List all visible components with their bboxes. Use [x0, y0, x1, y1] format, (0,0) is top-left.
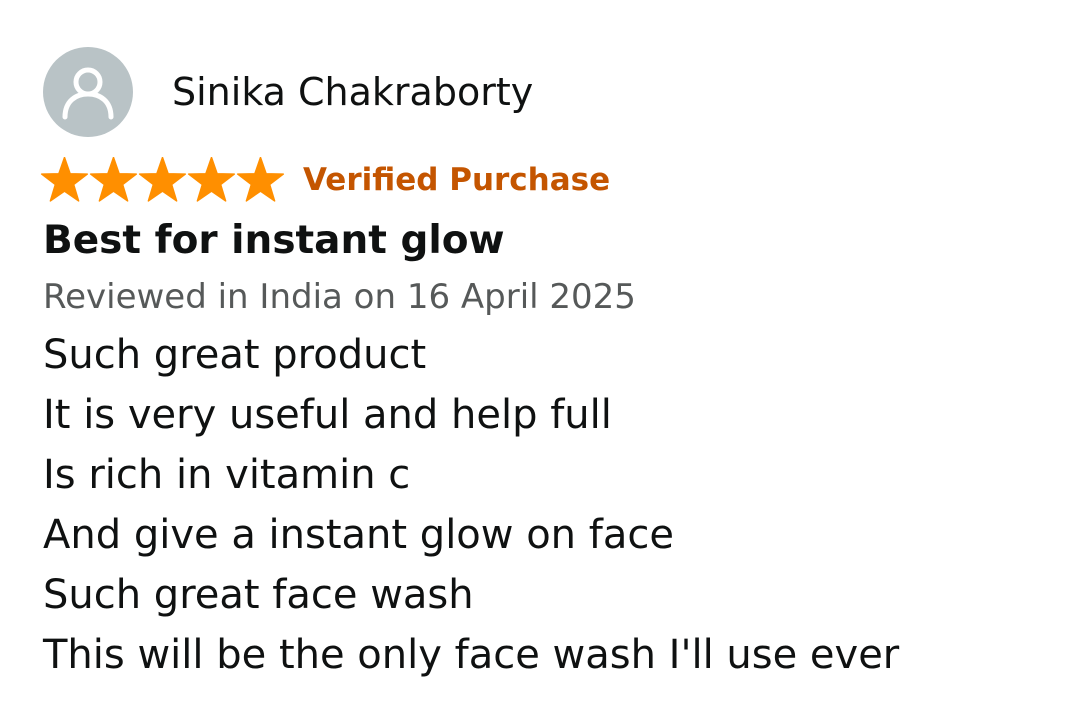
reviewer-name[interactable]: Sinika Chakraborty: [172, 70, 533, 114]
review-body-line: This will be the only face wash I'll use…: [43, 632, 900, 678]
review-card: Sinika Chakraborty Verified Purchase Bes…: [40, 47, 1063, 685]
review-date: Reviewed in India on 16 April 2025: [43, 277, 636, 317]
star-icon: [89, 157, 138, 202]
star-rating[interactable]: [40, 157, 285, 203]
reviewer-profile[interactable]: Sinika Chakraborty: [43, 47, 1063, 137]
review-body-line: Such great face wash: [43, 572, 474, 618]
review-body: Such great product It is very useful and…: [43, 325, 1063, 685]
star-icon: [40, 157, 89, 202]
rating-row: Verified Purchase: [40, 157, 1063, 203]
review-title[interactable]: Best for instant glow: [43, 215, 1063, 267]
default-user-icon: [62, 67, 114, 120]
review-body-line: And give a instant glow on face: [43, 512, 674, 558]
star-icon: [187, 157, 236, 202]
review-body-line: Such great product: [43, 332, 427, 378]
review-body-line: It is very useful and help full: [43, 392, 612, 438]
review-body-line: Is rich in vitamin c: [43, 452, 411, 498]
avatar[interactable]: [43, 47, 133, 137]
star-icon: [138, 157, 187, 202]
star-icon: [236, 157, 285, 202]
verified-purchase-badge[interactable]: Verified Purchase: [303, 160, 610, 200]
